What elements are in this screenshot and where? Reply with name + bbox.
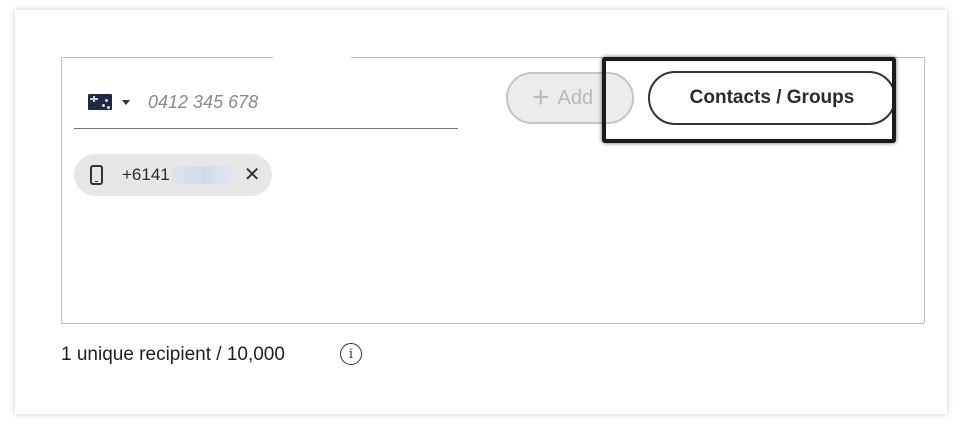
contacts-groups-button[interactable]: Contacts / Groups <box>648 71 896 125</box>
info-icon-glyph: i <box>348 346 354 362</box>
contacts-groups-label: Contacts / Groups <box>689 87 855 108</box>
add-button-label: Add <box>557 86 594 109</box>
input-underline <box>74 128 458 129</box>
australia-flag-icon <box>88 94 112 110</box>
redacted-digits <box>171 166 232 184</box>
country-code-dropdown[interactable] <box>88 90 134 114</box>
mobile-phone-icon <box>90 165 103 185</box>
field-label-gap <box>273 55 351 60</box>
recipient-number: +6141 <box>122 165 170 184</box>
recipient-count-text: 1 unique recipient / 10,000 <box>61 344 285 365</box>
close-icon[interactable]: ✕ <box>244 165 261 185</box>
info-icon[interactable]: i <box>340 343 362 365</box>
caret-down-icon <box>122 99 130 105</box>
plus-icon: + <box>532 81 550 114</box>
recipient-chip: +6141 ✕ <box>74 154 272 196</box>
add-button[interactable]: + Add <box>506 72 634 124</box>
phone-number-input[interactable] <box>148 87 448 117</box>
